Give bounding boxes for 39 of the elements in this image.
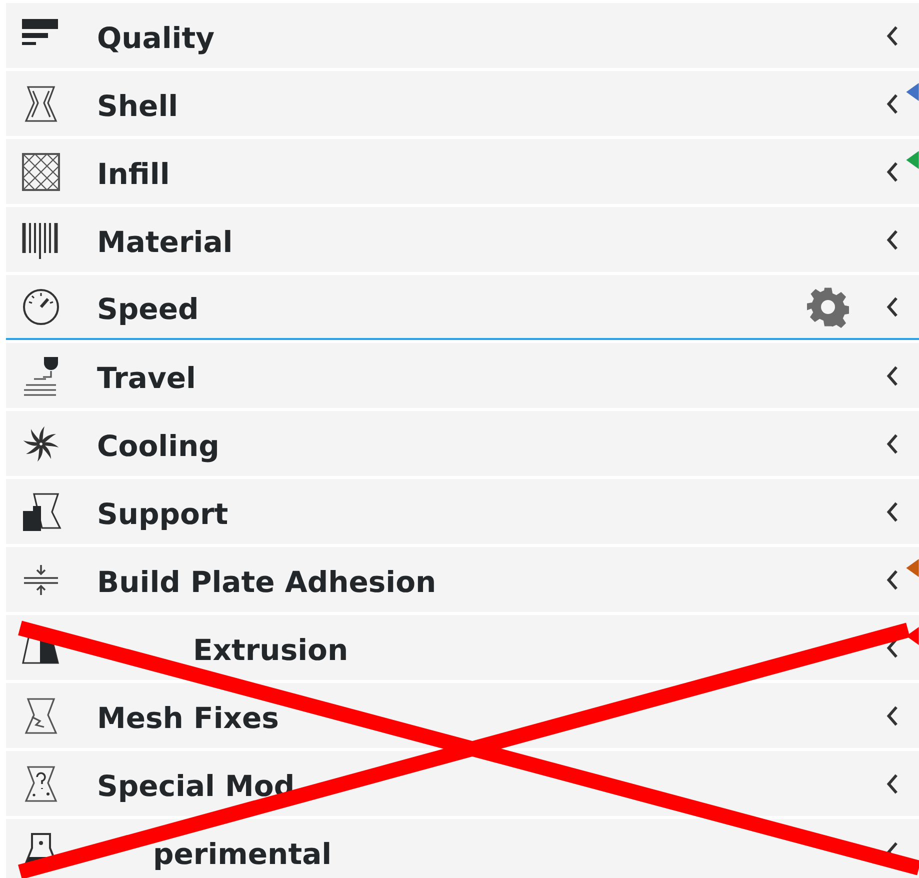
category-row[interactable]: Extrusion bbox=[6, 615, 919, 680]
category-label: Cooling bbox=[97, 428, 220, 462]
category-label: Material bbox=[97, 224, 234, 258]
category-row[interactable]: Shell bbox=[6, 71, 919, 136]
category-row[interactable]: Quality bbox=[6, 3, 919, 68]
category-row[interactable]: Travel bbox=[6, 343, 919, 408]
chevron-icon[interactable] bbox=[885, 568, 899, 590]
grid-icon bbox=[20, 150, 62, 192]
chevron-icon[interactable] bbox=[885, 772, 899, 794]
chevron-icon[interactable] bbox=[885, 364, 899, 386]
annotation-arrowhead bbox=[906, 627, 919, 645]
category-label: Extrusion bbox=[192, 632, 350, 666]
category-row[interactable]: Support bbox=[6, 479, 919, 544]
annotation-arrowhead bbox=[906, 83, 919, 101]
annotation-arrowhead bbox=[906, 559, 919, 577]
chevron-icon[interactable] bbox=[885, 704, 899, 726]
category-label: perimental bbox=[152, 836, 333, 870]
chevron-icon[interactable] bbox=[885, 500, 899, 522]
annotation-arrowhead bbox=[906, 151, 919, 169]
category-label: Quality bbox=[97, 20, 216, 54]
chevron-icon[interactable] bbox=[885, 228, 899, 250]
category-row[interactable]: Speed bbox=[6, 275, 919, 340]
category-label: Mesh Fixes bbox=[97, 700, 280, 734]
category-row[interactable]: Build Plate Adhesion bbox=[6, 547, 919, 612]
category-label: Build Plate Adhesion bbox=[97, 564, 438, 598]
chevron-icon[interactable] bbox=[885, 160, 899, 182]
category-row[interactable]: Cooling bbox=[6, 411, 919, 476]
category-label: Shell bbox=[97, 88, 180, 122]
chevron-icon[interactable] bbox=[885, 296, 899, 318]
category-label: Travel bbox=[97, 360, 197, 394]
chevron-icon[interactable] bbox=[885, 92, 899, 114]
category-label: Support bbox=[97, 496, 230, 530]
chevron-icon[interactable] bbox=[885, 432, 899, 454]
category-label: Infill bbox=[97, 156, 171, 190]
category-row[interactable]: Infill bbox=[6, 139, 919, 204]
category-label: Speed bbox=[97, 290, 200, 326]
chevron-icon[interactable] bbox=[885, 24, 899, 46]
settings-icon[interactable] bbox=[807, 286, 849, 328]
category-row[interactable]: Material bbox=[6, 207, 919, 272]
